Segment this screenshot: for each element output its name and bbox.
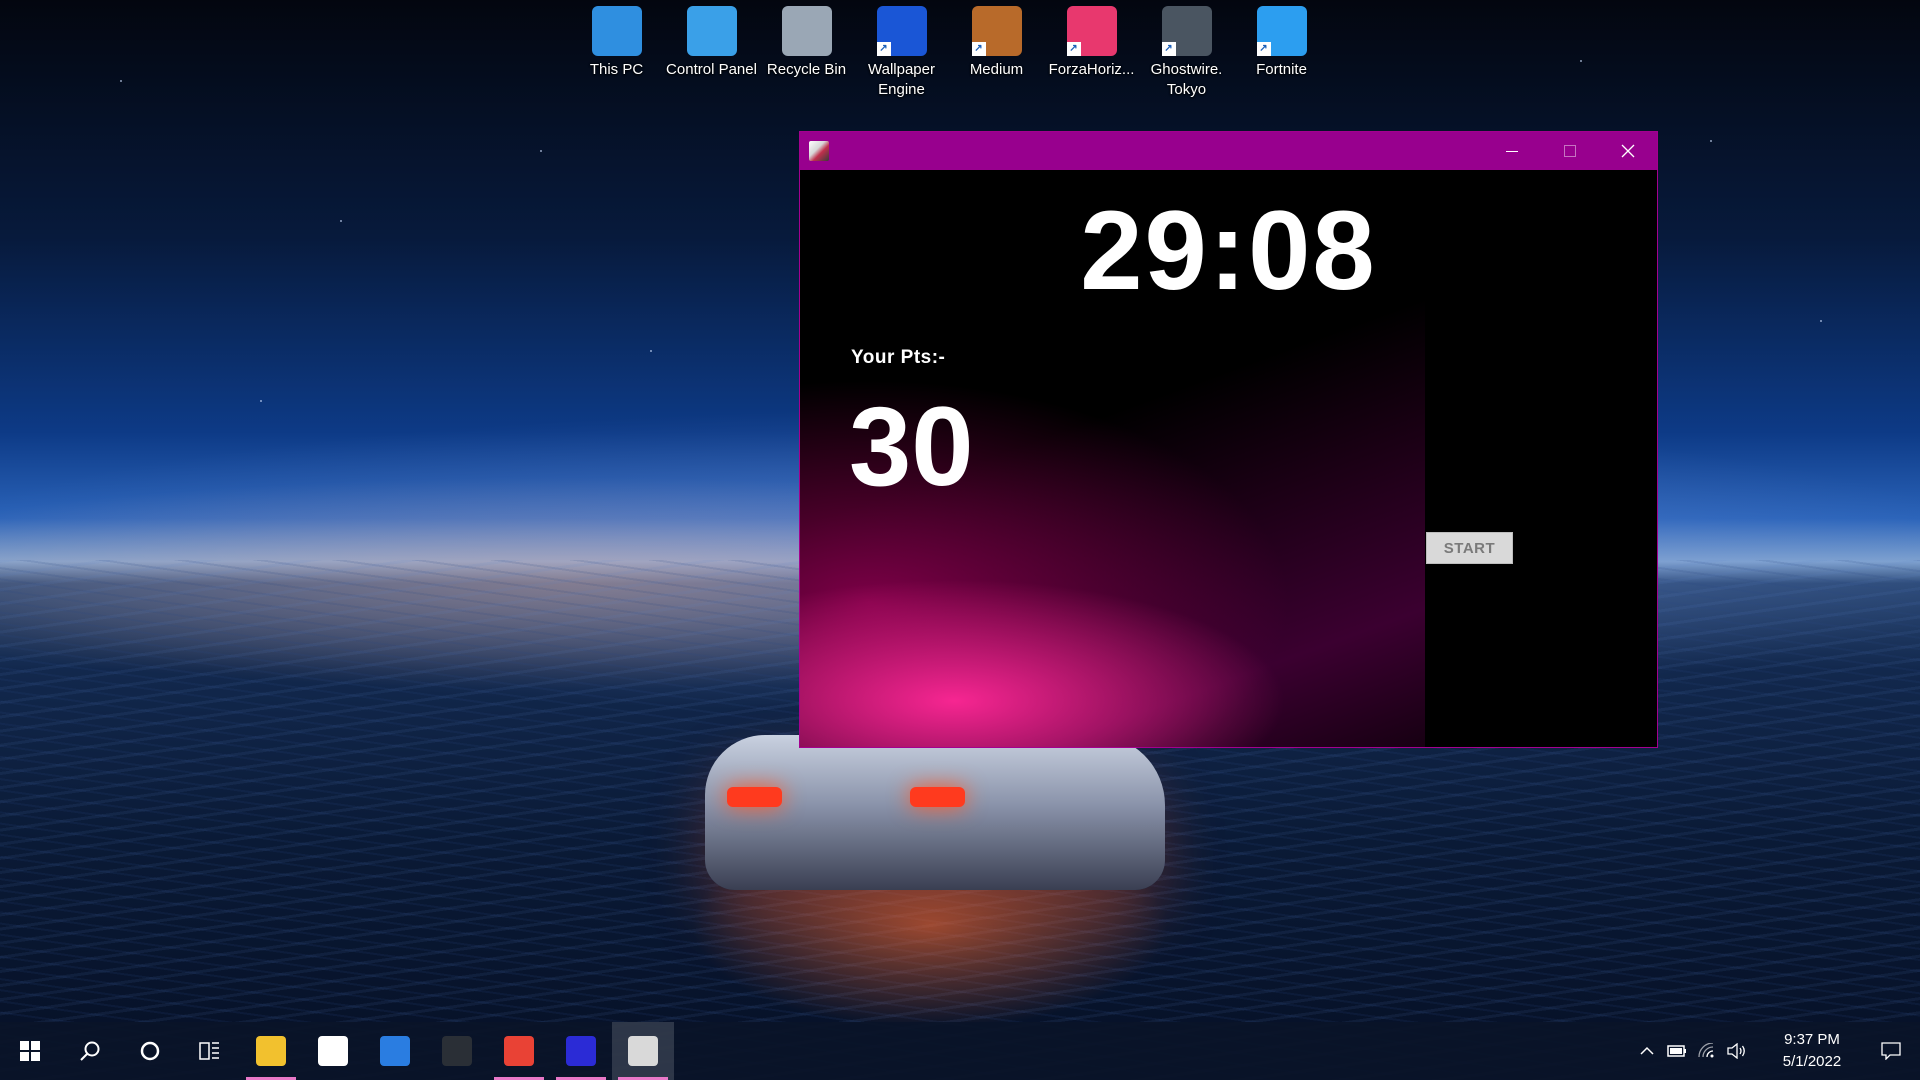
cortana-icon [140,1041,160,1061]
desktop-icon-label: Control Panel [666,61,757,78]
start-button-windows[interactable] [0,1022,60,1080]
chevron-up-icon [1640,1046,1654,1055]
countdown-timer: 29:08 [1080,188,1377,313]
notifications-button[interactable] [1862,1022,1920,1080]
minimize-icon [1506,150,1518,152]
file-explorer-icon [256,1036,286,1066]
task-view-button[interactable] [180,1022,240,1080]
computer-icon [591,6,642,56]
star [1580,60,1582,62]
shortcut-arrow-icon: ↗ [1256,42,1271,56]
desktop-icons: This PC Control Panel Recycle Bin ↗ Wallpape… [569,6,1329,100]
star [1820,320,1822,322]
desktop-icon-label: Medium [969,61,1024,78]
taskbar-app-mail[interactable] [364,1022,426,1080]
car-reflection [690,880,1170,1030]
shortcut-arrow-icon: ↗ [971,42,986,56]
battery-button[interactable] [1662,1022,1692,1080]
star [340,220,342,222]
game-area: 29:08 Your Pts:- 30 START [800,170,1657,747]
desktop-icon[interactable]: Control Panel [664,6,759,100]
taskbar-app-file-explorer[interactable] [240,1022,302,1080]
clock-time: 9:37 PM [1784,1031,1840,1048]
star [1710,140,1712,142]
taskbar-apps [240,1022,674,1080]
close-icon [1621,144,1635,158]
desktop-icon[interactable]: ↗ ForzaHoriz... [1044,6,1139,100]
intellij-icon [566,1036,596,1066]
close-button[interactable] [1599,132,1657,170]
desktop-icon-label: Recycle Bin [766,61,847,78]
taskbar-app-chrome[interactable] [488,1022,550,1080]
minimize-button[interactable] [1483,132,1541,170]
desktop-icon[interactable]: ↗ Fortnite [1234,6,1329,100]
shortcut-arrow-icon: ↗ [1161,42,1176,56]
medium-icon: ↗ [971,6,1022,56]
clock-date: 5/1/2022 [1782,1053,1842,1070]
recycle-bin-icon [781,6,832,56]
taskbar-app-intellij[interactable] [550,1022,612,1080]
windows-logo-icon [20,1041,40,1061]
window-controls [1483,132,1657,170]
taskbar-app-java-game[interactable] [612,1022,674,1080]
battery-icon [1667,1045,1686,1057]
predator-sense-icon [442,1036,472,1066]
shortcut-arrow-icon: ↗ [876,42,891,56]
star [120,80,122,82]
maximize-button[interactable] [1541,132,1599,170]
desktop-icon[interactable]: Recycle Bin [759,6,854,100]
taskbar: 9:37 PM 5/1/2022 [0,1022,1920,1080]
taskbar-app-predator-sense[interactable] [426,1022,488,1080]
window-titlebar[interactable] [800,132,1657,170]
star [650,350,652,352]
car-image [705,735,1165,890]
desktop-icon[interactable]: ↗ Medium [949,6,1044,100]
points-value: 30 [849,384,974,509]
network-button[interactable] [1692,1022,1722,1080]
cortana-button[interactable] [120,1022,180,1080]
java-game-icon [628,1036,658,1066]
fortnite-icon: ↗ [1256,6,1307,56]
desktop-icon[interactable]: ↗ Ghostwire. Tokyo [1139,6,1234,100]
task-view-icon [199,1042,219,1060]
desktop-icon[interactable]: This PC [569,6,664,100]
volume-button[interactable] [1722,1022,1752,1080]
star [540,150,542,152]
wallpaper-engine-icon: ↗ [876,6,927,56]
star [260,400,262,402]
app-icon[interactable] [809,141,829,161]
speaker-icon [1727,1043,1745,1059]
tail-light [727,787,782,807]
microsoft-store-icon [318,1036,348,1066]
ghostwire-icon: ↗ [1161,6,1212,56]
search-button[interactable] [60,1022,120,1080]
maximize-icon [1564,145,1576,157]
taskbar-app-microsoft-store[interactable] [302,1022,364,1080]
desktop-icon-label: Wallpaper Engine [868,61,935,98]
system-tray: 9:37 PM 5/1/2022 [1632,1022,1920,1080]
desktop-icon[interactable]: ↗ Wallpaper Engine [854,6,949,100]
chrome-icon [504,1036,534,1066]
desktop-icon-label: Fortnite [1256,61,1307,78]
tail-light [910,787,965,807]
system-clock[interactable]: 9:37 PM 5/1/2022 [1762,1029,1862,1073]
app-window: 29:08 Your Pts:- 30 START [799,131,1658,748]
search-icon [80,1041,100,1061]
notification-icon [1881,1042,1901,1060]
mail-icon [380,1036,410,1066]
shortcut-arrow-icon: ↗ [1066,42,1081,56]
desktop-icon-label: This PC [589,61,644,78]
desktop-icon-label: ForzaHoriz... [1048,61,1135,78]
points-label: Your Pts:- [851,347,946,368]
control-panel-icon [686,6,737,56]
show-hidden-icons-button[interactable] [1632,1022,1662,1080]
desktop-icon-label: Ghostwire. Tokyo [1150,61,1223,98]
wifi-icon [1698,1043,1714,1058]
start-button[interactable]: START [1426,532,1513,564]
forza-icon: ↗ [1066,6,1117,56]
